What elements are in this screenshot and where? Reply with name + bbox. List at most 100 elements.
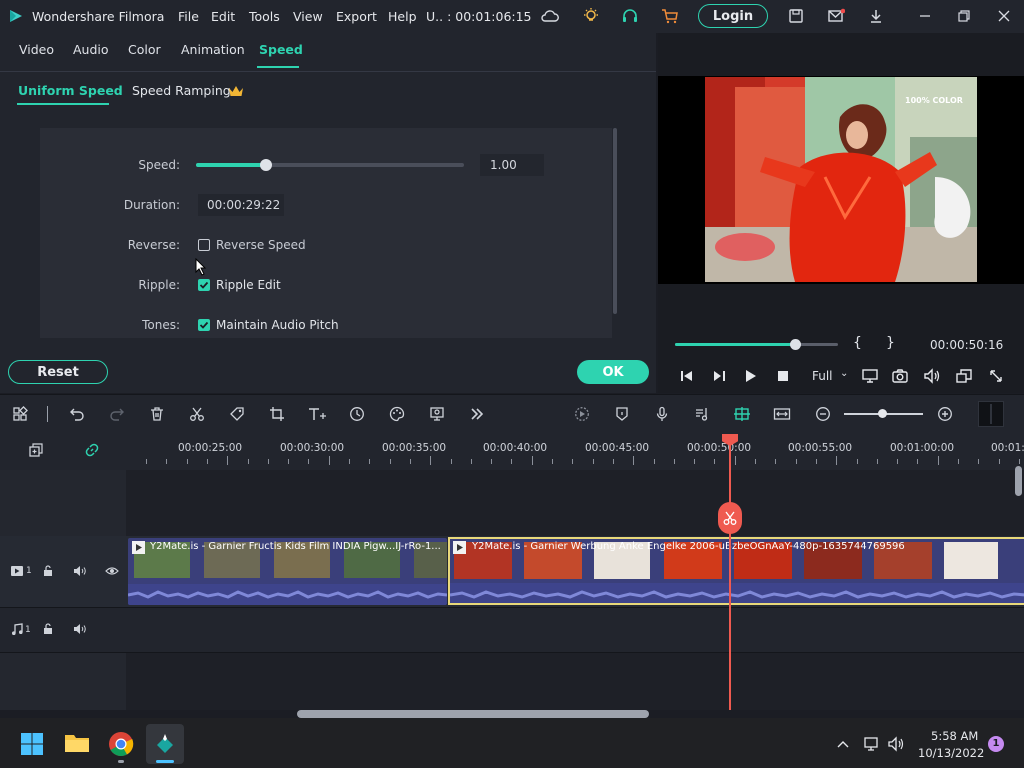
headset-icon[interactable]: [620, 6, 640, 26]
menu-edit[interactable]: Edit: [211, 9, 235, 24]
reverse-speed-checkbox[interactable]: [198, 239, 210, 251]
notification-badge[interactable]: 1: [988, 736, 1004, 752]
tab-color[interactable]: Color: [128, 42, 161, 57]
mark-in-button[interactable]: {: [853, 335, 862, 351]
download-icon[interactable]: [866, 6, 886, 26]
ruler-tick: [552, 459, 553, 464]
track-visibility-icon[interactable]: [104, 564, 120, 578]
previous-frame-icon[interactable]: [678, 368, 696, 384]
timeline-vertical-scrollbar[interactable]: [1015, 466, 1022, 496]
aspect-ratio-icon[interactable]: [954, 367, 974, 385]
filmora-logo-icon: [8, 8, 24, 24]
cloud-icon[interactable]: [540, 6, 560, 26]
fullscreen-icon[interactable]: [986, 367, 1006, 385]
mail-icon[interactable]: [826, 6, 846, 26]
tab-speed[interactable]: Speed: [259, 42, 303, 57]
marker-icon[interactable]: [612, 405, 632, 423]
camera-icon[interactable]: [890, 367, 910, 385]
ruler-tick: [572, 459, 573, 464]
volume-icon[interactable]: [922, 367, 942, 385]
track-height-toggle-icon[interactable]: [978, 401, 1004, 427]
network-icon[interactable]: [862, 736, 882, 752]
more-tools-icon[interactable]: [467, 405, 487, 423]
quality-select[interactable]: Full ⌄: [812, 368, 852, 385]
subtab-speed-ramping[interactable]: Speed Ramping: [132, 83, 231, 98]
timeline-horizontal-scrollbar[interactable]: [297, 710, 649, 718]
duration-value[interactable]: 00:00:29:22: [198, 194, 284, 216]
green-screen-icon[interactable]: [427, 405, 447, 423]
menu-view[interactable]: View: [293, 9, 323, 24]
close-icon[interactable]: [994, 6, 1014, 26]
tab-animation[interactable]: Animation: [181, 42, 245, 57]
ruler-tick: [491, 459, 492, 464]
menu-file[interactable]: File: [178, 9, 199, 24]
tab-video[interactable]: Video: [19, 42, 54, 57]
audio-track-icon: [9, 622, 25, 636]
speed-value-input[interactable]: 1.00: [480, 154, 544, 176]
menu-tools[interactable]: Tools: [249, 9, 280, 24]
clock-time[interactable]: 5:58 AM: [931, 729, 978, 743]
zoom-out-icon[interactable]: [813, 405, 833, 423]
restore-icon[interactable]: [954, 6, 974, 26]
audio-track-lock-icon[interactable]: [40, 622, 56, 636]
link-icon[interactable]: [82, 441, 102, 459]
ok-button[interactable]: OK: [577, 360, 649, 384]
zoom-slider-handle[interactable]: [878, 409, 887, 418]
layout-grid-icon[interactable]: [10, 405, 30, 423]
text-icon[interactable]: [306, 405, 328, 423]
mark-out-button[interactable]: }: [886, 335, 895, 351]
delete-icon[interactable]: [147, 405, 167, 423]
save-icon[interactable]: [786, 6, 806, 26]
reset-button[interactable]: Reset: [8, 360, 108, 384]
ripple-edit-checkbox[interactable]: [198, 279, 210, 291]
fit-timeline-icon[interactable]: [772, 405, 792, 423]
preview-progress-handle[interactable]: [790, 339, 801, 350]
chrome-icon[interactable]: [108, 731, 134, 757]
add-track-icon[interactable]: [26, 441, 46, 459]
track-lock-icon[interactable]: [40, 564, 56, 578]
file-explorer-icon[interactable]: [64, 732, 90, 756]
speed-slider-handle[interactable]: [260, 159, 272, 171]
play-pause-icon[interactable]: [710, 368, 728, 384]
tag-icon[interactable]: [227, 405, 247, 423]
ruler-tick: [978, 459, 979, 464]
zoom-in-icon[interactable]: [935, 405, 955, 423]
stop-icon[interactable]: [774, 368, 792, 384]
ruler-tick: [248, 459, 249, 464]
microphone-icon[interactable]: [652, 405, 672, 423]
audio-mixer-icon[interactable]: [692, 405, 712, 423]
snap-icon[interactable]: [732, 405, 752, 423]
minimize-icon[interactable]: [915, 6, 935, 26]
play-icon[interactable]: [742, 368, 760, 384]
menu-help[interactable]: Help: [388, 9, 417, 24]
scissors-icon[interactable]: [187, 405, 207, 423]
ruler-tick: [593, 459, 594, 464]
cart-icon[interactable]: [660, 6, 680, 26]
redo-icon[interactable]: [107, 405, 127, 423]
playhead-line[interactable]: [729, 440, 731, 710]
speed-clock-icon[interactable]: [347, 405, 367, 423]
ruler-tick: [836, 456, 837, 465]
login-button[interactable]: Login: [698, 4, 768, 28]
speaker-icon[interactable]: [886, 736, 906, 752]
menu-export[interactable]: Export: [336, 9, 377, 24]
monitor-icon[interactable]: [860, 367, 880, 385]
audio-track-mute-icon[interactable]: [72, 622, 88, 636]
clock-date[interactable]: 10/13/2022: [918, 746, 984, 760]
undo-icon[interactable]: [67, 405, 87, 423]
tab-audio[interactable]: Audio: [73, 42, 109, 57]
filmora-taskbar-button[interactable]: [146, 724, 184, 764]
render-preview-icon[interactable]: [572, 405, 592, 423]
lightbulb-icon[interactable]: [581, 6, 601, 26]
track-mute-icon[interactable]: [72, 564, 88, 578]
maintain-audio-pitch-checkbox[interactable]: [198, 319, 210, 331]
subtab-uniform-speed[interactable]: Uniform Speed: [18, 83, 123, 98]
split-scissors-icon[interactable]: [718, 502, 742, 534]
panel-scrollbar[interactable]: [613, 128, 617, 314]
chevron-up-icon[interactable]: [834, 736, 852, 752]
color-palette-icon[interactable]: [387, 405, 407, 423]
preview-video-frame[interactable]: 100% COLOR: [705, 77, 977, 282]
ruler-label-45: 00:00:45:00: [585, 442, 650, 454]
crop-icon[interactable]: [267, 405, 287, 423]
windows-start-icon[interactable]: [20, 732, 44, 756]
